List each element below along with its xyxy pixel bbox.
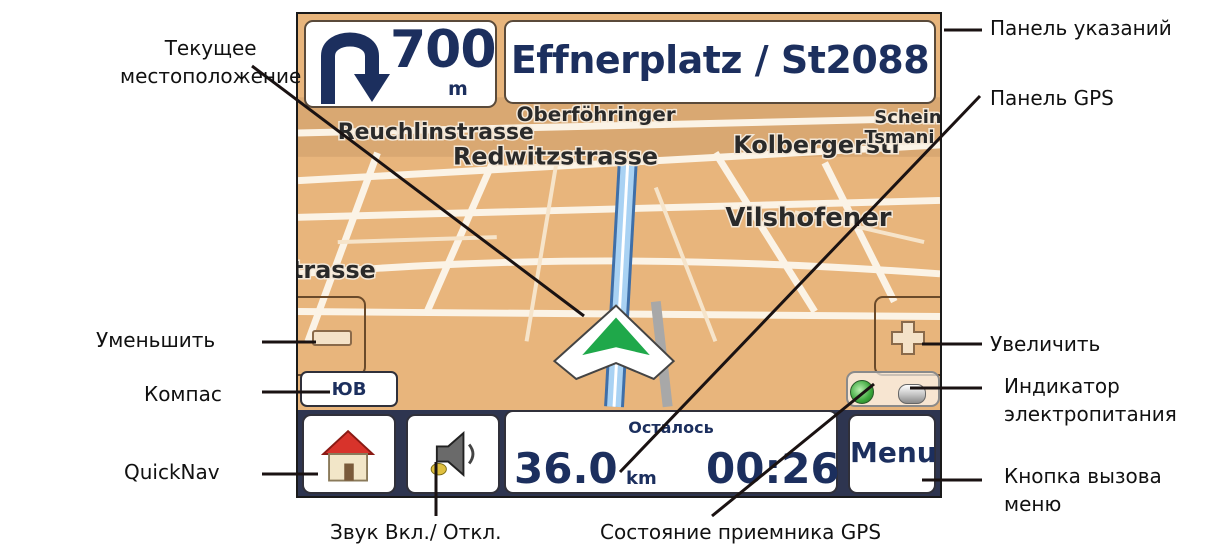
sound-toggle-button[interactable] bbox=[406, 414, 500, 494]
label-instruction-panel: Панель указаний bbox=[990, 16, 1172, 40]
minus-icon bbox=[312, 330, 352, 346]
label-gps-panel: Панель GPS bbox=[990, 86, 1114, 110]
label-quicknav: QuickNav bbox=[124, 460, 220, 484]
turn-distance: 700 bbox=[390, 20, 497, 80]
map-label: trasse bbox=[298, 256, 376, 284]
battery-icon bbox=[898, 384, 926, 404]
next-street-name: Effnerplatz / St2088 bbox=[510, 38, 930, 82]
label-sound-toggle: Звук Вкл./ Откл. bbox=[330, 520, 502, 544]
label-power-indicator: Индикатор электропитания bbox=[1004, 374, 1177, 426]
route-info-panel[interactable]: Осталось 36.0 km 00:26 bbox=[504, 410, 840, 494]
zoom-in-button[interactable] bbox=[874, 296, 940, 376]
plus-icon bbox=[891, 321, 925, 355]
label-menu-button: Кнопка вызова меню bbox=[1004, 464, 1162, 516]
map-label: Redwitzstrasse bbox=[453, 143, 658, 171]
label-zoom-in: Увеличить bbox=[990, 332, 1101, 356]
turn-instruction-panel[interactable]: 700 m bbox=[304, 20, 497, 108]
remaining-time: 00:26 bbox=[706, 444, 840, 493]
map-label: Oberföhringer bbox=[517, 103, 676, 126]
compass-heading: ЮВ bbox=[331, 379, 367, 400]
remaining-distance-unit: km bbox=[626, 468, 657, 489]
home-icon bbox=[320, 429, 376, 482]
label-gps-receiver-state: Состояние приемника GPS bbox=[600, 520, 882, 544]
u-turn-arrow-icon bbox=[321, 32, 390, 104]
map-label: Reuchlinstrasse bbox=[338, 120, 534, 145]
label-compass: Компас bbox=[144, 382, 222, 406]
next-street-panel[interactable]: Effnerplatz / St2088 bbox=[504, 20, 936, 104]
quicknav-home-button[interactable] bbox=[302, 414, 396, 494]
gps-status-icon bbox=[850, 380, 874, 404]
remaining-distance: 36.0 bbox=[514, 444, 618, 493]
menu-button[interactable]: Menu bbox=[848, 414, 937, 494]
navigation-screen: Reuchlinstrasse Oberföhringer Redwitzstr… bbox=[296, 12, 942, 498]
turn-distance-unit: m bbox=[448, 78, 468, 100]
map-label: Scheine bbox=[874, 107, 940, 128]
compass[interactable]: ЮВ bbox=[300, 371, 398, 407]
zoom-out-button[interactable] bbox=[298, 296, 366, 376]
menu-label: Menu bbox=[850, 436, 937, 469]
map-label: Tsmani bbox=[864, 127, 934, 148]
map-label: Vilshofener bbox=[725, 203, 891, 233]
remaining-label: Осталось bbox=[628, 418, 714, 437]
label-zoom-out: Уменьшить bbox=[96, 328, 216, 352]
label-current-position: Текущее местоположение bbox=[120, 36, 302, 88]
speaker-icon bbox=[430, 431, 475, 477]
